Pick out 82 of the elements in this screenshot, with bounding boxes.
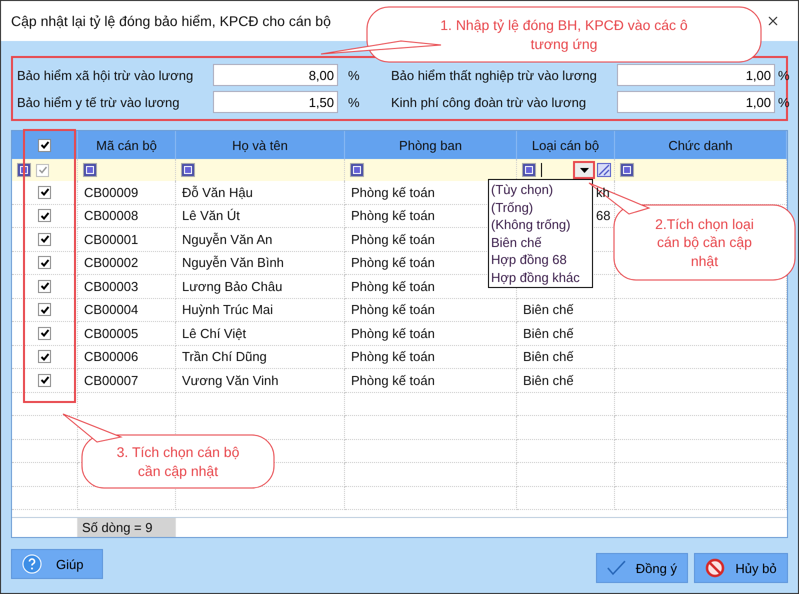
table-cell: Biên chế bbox=[523, 349, 574, 364]
table-cell: 68 bbox=[596, 208, 610, 224]
close-icon[interactable] bbox=[768, 16, 778, 26]
rate-input[interactable]: 1,00 bbox=[617, 64, 775, 86]
table-cell: Nguyễn Văn An bbox=[182, 232, 272, 247]
dropdown-option[interactable]: (Trống) bbox=[491, 198, 590, 216]
rate-label: Kinh phí công đoàn trừ vào lương bbox=[391, 94, 588, 110]
table-cell: Biên chế bbox=[523, 372, 574, 388]
rate-label: Bảo hiểm thất nghiệp trừ vào lương bbox=[391, 68, 598, 82]
ok-button[interactable]: Đồng ý bbox=[596, 553, 688, 583]
table-cell: Vương Văn Vinh bbox=[182, 372, 278, 388]
table-cell: CB00001 bbox=[84, 232, 138, 247]
dropdown-option[interactable]: Biên chế bbox=[491, 234, 590, 251]
table-cell: Phòng kế toán bbox=[351, 184, 435, 200]
table-cell: Lê Văn Út bbox=[182, 208, 240, 224]
table-cell: CB00009 bbox=[84, 184, 138, 200]
row-count: Số dòng = 9 bbox=[78, 518, 176, 537]
rate-input[interactable]: 1,00 bbox=[617, 91, 775, 113]
table-cell: Phòng kế toán bbox=[351, 232, 435, 247]
prohibited-icon bbox=[705, 558, 726, 578]
percent-label: % bbox=[348, 94, 360, 110]
rate-input[interactable]: 1,50 bbox=[213, 91, 338, 113]
table-cell: Trần Chí Dũng bbox=[182, 349, 267, 364]
table-cell: Lương Bảo Châu bbox=[182, 278, 282, 294]
table-cell: CB00004 bbox=[84, 302, 138, 318]
checkmark-icon bbox=[607, 559, 626, 577]
filter-icon[interactable] bbox=[84, 164, 96, 176]
filter-icon[interactable] bbox=[351, 164, 363, 176]
filter-icon[interactable] bbox=[182, 164, 194, 176]
dropdown-option[interactable]: (Không trống) bbox=[491, 216, 590, 234]
table-cell: CB00006 bbox=[84, 349, 138, 364]
table-cell bbox=[12, 486, 78, 510]
row-checkbox[interactable] bbox=[38, 350, 51, 364]
dropdown-option[interactable]: (Tùy chọn) bbox=[491, 181, 590, 198]
table-cell: Huỳnh Trúc Mai bbox=[182, 302, 274, 318]
table-cell: Phòng kế toán bbox=[351, 372, 435, 388]
dropdown-option[interactable]: Hợp đồng 68 bbox=[491, 251, 590, 268]
table-cell: Đỗ Văn Hậu bbox=[182, 184, 253, 200]
callout-text: 1. Nhập tỷ lệ đóng BH, KPCĐ vào các ô tương ứng bbox=[439, 16, 689, 53]
table-cell: CB00008 bbox=[84, 208, 138, 224]
callout-text: 2.Tích chọn loại cán bộ cần cập nhật bbox=[654, 215, 755, 270]
filter-checkbox[interactable] bbox=[36, 164, 49, 176]
table-cell: Phòng kế toán bbox=[351, 302, 435, 318]
rate-label: Bảo hiểm xã hội trừ vào lương bbox=[17, 68, 194, 82]
table-cell: CB00005 bbox=[84, 326, 138, 341]
down-arrow-icon bbox=[580, 168, 588, 172]
cancel-button[interactable]: Hủy bỏ bbox=[694, 553, 788, 583]
help-icon bbox=[22, 554, 42, 574]
window-title: Cập nhật lại tỷ lệ đóng bảo hiểm, KPCĐ cho cán bộ bbox=[11, 13, 331, 29]
table-cell: Biên chế bbox=[523, 326, 574, 341]
table-cell: Biên chế bbox=[523, 302, 574, 318]
row-checkbox[interactable] bbox=[38, 303, 51, 316]
row-checkbox[interactable] bbox=[38, 186, 51, 199]
row-checkbox[interactable] bbox=[38, 280, 51, 293]
table-cell: Phòng kế toán bbox=[351, 208, 435, 224]
table-cell: CB00002 bbox=[84, 255, 138, 270]
rate-input[interactable]: 8,00 bbox=[213, 64, 338, 86]
callout-pointer bbox=[62, 414, 123, 443]
rate-label: Bảo hiểm y tế trừ vào lương bbox=[17, 94, 180, 110]
callout-text: 3. Tích chọn cán bộ cần cập nhật bbox=[116, 443, 240, 480]
help-button[interactable]: Giúp bbox=[11, 549, 103, 579]
header-checkbox[interactable] bbox=[38, 138, 51, 152]
table-cell: Phòng kế toán bbox=[351, 278, 435, 294]
table-cell: Nguyễn Văn Bình bbox=[182, 255, 284, 270]
table-cell: CB00003 bbox=[84, 278, 138, 294]
edit-icon[interactable] bbox=[597, 163, 611, 177]
row-checkbox[interactable] bbox=[38, 232, 51, 246]
dropdown-option[interactable]: Hợp đồng khác bbox=[491, 268, 590, 286]
filter-icon[interactable] bbox=[621, 164, 633, 176]
filter-icon[interactable] bbox=[523, 164, 535, 176]
table-cell: Phòng kế toán bbox=[351, 255, 435, 270]
row-checkbox[interactable] bbox=[38, 256, 51, 270]
table-cell: CB00007 bbox=[84, 372, 138, 388]
row-checkbox[interactable] bbox=[38, 374, 51, 387]
table-cell: Phòng kế toán bbox=[351, 326, 435, 341]
row-checkbox[interactable] bbox=[38, 326, 51, 340]
table-cell bbox=[12, 440, 78, 463]
table-cell: Lê Chí Việt bbox=[182, 326, 246, 341]
table-cell: Phòng kế toán bbox=[351, 349, 435, 364]
dropdown-button[interactable] bbox=[573, 161, 595, 179]
row-checkbox[interactable] bbox=[38, 209, 51, 222]
percent-label: % bbox=[348, 68, 360, 82]
